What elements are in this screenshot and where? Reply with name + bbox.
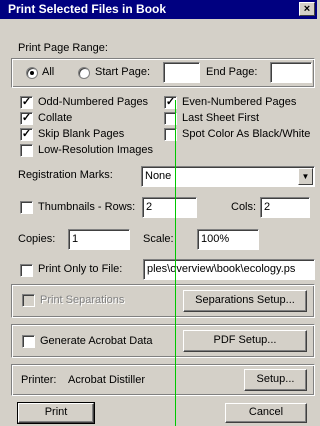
cancel-button[interactable]: Cancel [225,403,307,423]
title-bar: Print Selected Files in Book × [0,0,317,19]
alignment-guide-line [175,100,176,426]
end-page-input[interactable] [270,62,312,83]
print-button[interactable]: Print [17,402,95,424]
skip-blank-label[interactable]: Skip Blank Pages [38,128,124,140]
pdf-setup-button[interactable]: PDF Setup... [183,330,307,352]
thumbnails-checkbox[interactable] [20,201,33,214]
chevron-down-icon[interactable]: ▼ [298,168,313,185]
copies-label: Copies: [18,233,56,245]
printer-name: Acrobat Distiller [68,374,146,386]
separations-setup-button[interactable]: Separations Setup... [183,290,307,312]
thumbnail-rows-input[interactable]: 2 [142,197,197,218]
skip-blank-checkbox[interactable]: ✓ [20,128,33,141]
print-separations-label[interactable]: Print Separations [40,294,124,306]
registration-value: None [145,170,172,182]
start-page-label[interactable]: Start Page: [95,66,150,78]
copies-input[interactable]: 1 [68,229,130,250]
thumbnail-cols-label: Cols: [231,201,257,213]
odd-pages-label[interactable]: Odd-Numbered Pages [38,96,148,108]
all-pages-radio[interactable] [26,67,38,79]
even-pages-label[interactable]: Even-Numbered Pages [182,96,296,108]
collate-label[interactable]: Collate [38,112,72,124]
generate-acrobat-checkbox[interactable] [22,335,35,348]
print-to-file-label[interactable]: Print Only to File: [38,263,122,275]
collate-checkbox[interactable]: ✓ [20,112,33,125]
acrobat-group: Generate Acrobat Data PDF Setup... [11,324,315,358]
window-title: Print Selected Files in Book [8,2,167,16]
low-res-label[interactable]: Low-Resolution Images [38,144,153,156]
start-page-radio[interactable] [78,67,90,79]
scale-input[interactable]: 100% [197,229,259,250]
scale-label: Scale: [143,233,174,245]
end-page-label: End Page: [206,66,258,78]
print-to-file-checkbox[interactable] [20,264,33,277]
start-page-input[interactable] [163,62,200,83]
registration-select[interactable]: None ▼ [141,166,315,187]
registration-label: Registration Marks: [18,169,113,181]
last-sheet-first-label[interactable]: Last Sheet First [182,112,259,124]
close-button[interactable]: × [299,2,315,16]
close-icon: × [303,3,311,15]
printer-group: Printer: Acrobat Distiller Setup... [11,364,315,396]
low-res-checkbox[interactable] [20,144,33,157]
page-range-label: Print Page Range: [18,42,108,54]
separations-group: Print Separations Separations Setup... [11,284,315,318]
all-pages-label[interactable]: All [42,66,54,78]
thumbnail-cols-input[interactable]: 2 [260,197,310,218]
print-separations-checkbox[interactable] [22,294,35,307]
generate-acrobat-label[interactable]: Generate Acrobat Data [40,335,153,347]
thumbnails-label[interactable]: Thumbnails - Rows: [38,201,135,213]
printer-setup-button[interactable]: Setup... [244,369,307,391]
printer-label: Printer: [21,374,57,386]
odd-pages-checkbox[interactable]: ✓ [20,96,33,109]
file-path-input[interactable]: ples\overview\book\ecology.ps [143,259,315,280]
spot-color-label[interactable]: Spot Color As Black/White [182,128,310,140]
page-range-group: All Start Page: End Page: [11,58,315,88]
